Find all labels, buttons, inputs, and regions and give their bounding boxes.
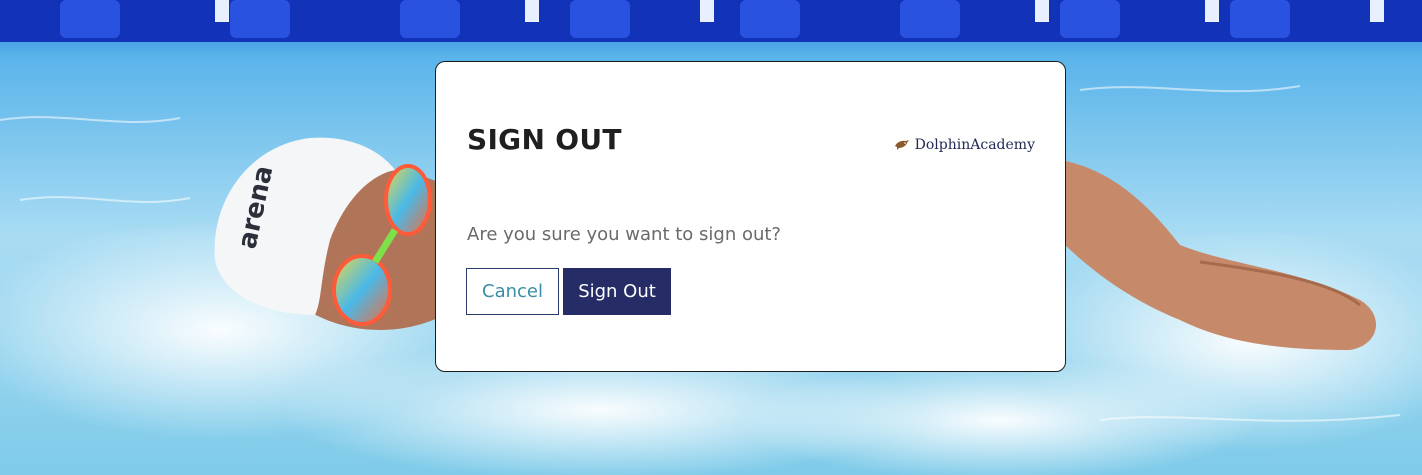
brand-logo: DolphinAcademy xyxy=(894,137,1035,153)
page: arena SIGN OUT DolphinAcademy Are you su… xyxy=(0,0,1422,475)
sign-out-dialog: SIGN OUT DolphinAcademy Are you sure you… xyxy=(435,61,1066,372)
confirm-message: Are you sure you want to sign out? xyxy=(467,224,781,245)
dolphin-logo-icon xyxy=(894,140,909,150)
dialog-title: SIGN OUT xyxy=(467,123,622,156)
cancel-button[interactable]: Cancel xyxy=(466,268,559,315)
brand-name: DolphinAcademy xyxy=(914,137,1035,153)
sign-out-button[interactable]: Sign Out xyxy=(563,268,671,315)
